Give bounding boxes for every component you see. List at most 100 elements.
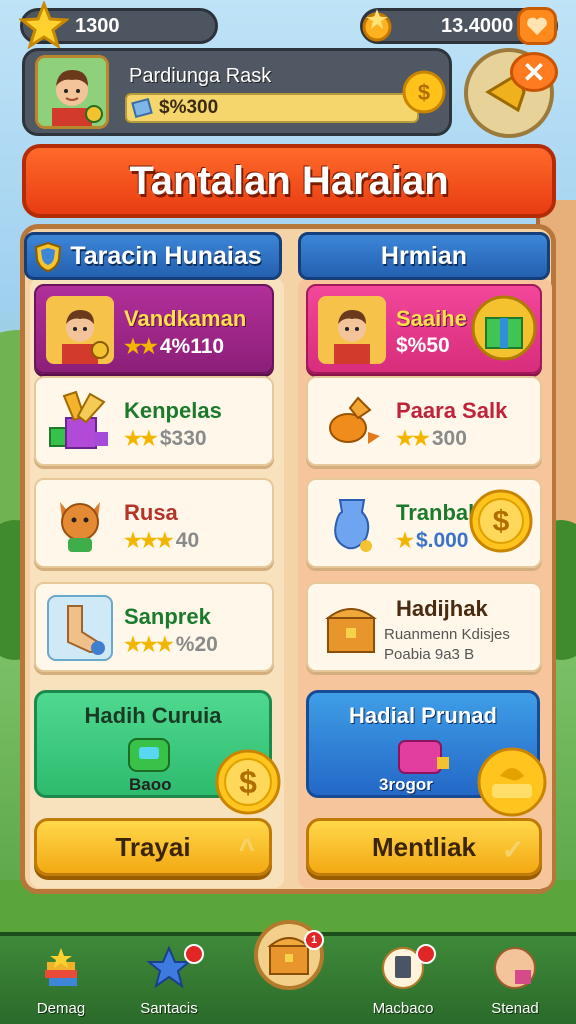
challenge-card[interactable]: Paara Salk ★★ 300 bbox=[306, 376, 542, 466]
carrot-item-icon bbox=[329, 396, 380, 444]
card-reward-value: 4%110 bbox=[159, 334, 225, 358]
card-reward-value: 40 bbox=[175, 528, 200, 552]
nav-center-chest-button[interactable]: 1 bbox=[254, 920, 324, 990]
chevron-up-icon: ^ bbox=[238, 833, 255, 864]
check-icon: ✓ bbox=[501, 834, 525, 865]
page-title: Tantalan Haraian bbox=[129, 158, 449, 203]
nav-label: Santacis bbox=[140, 1000, 198, 1017]
card-reward: ★ $.000 bbox=[396, 528, 469, 553]
card-stars: ★★★ bbox=[124, 634, 174, 656]
card-reward: ★★ 4%110 bbox=[124, 334, 224, 359]
card-stars: ★★★ bbox=[124, 530, 174, 552]
coin-icon: $ bbox=[469, 489, 533, 553]
star-currency[interactable]: 1300 bbox=[19, 1, 218, 50]
cat-character-icon bbox=[60, 502, 100, 552]
star-count: 1300 bbox=[75, 14, 120, 37]
right-column-title: Hrmian bbox=[380, 241, 468, 270]
nav-label: Demag bbox=[36, 1000, 86, 1017]
money-coin-icon bbox=[477, 747, 547, 817]
challenge-card[interactable]: Sanprek ★★★ %20 bbox=[34, 582, 274, 672]
toy-blocks-icon bbox=[49, 390, 108, 449]
card-reward: ★★★ %20 bbox=[124, 632, 218, 657]
sparkle-coin-icon bbox=[362, 9, 392, 42]
card-reward: ★★ 300 bbox=[396, 426, 467, 451]
profile-shield-icon bbox=[494, 947, 536, 989]
challenge-card[interactable]: Rusa ★★★ 40 bbox=[34, 478, 274, 568]
card-reward-value: $%50 bbox=[396, 334, 450, 357]
ticket-icon bbox=[131, 97, 153, 119]
gem-count: 13.4000 bbox=[441, 14, 514, 37]
nav-item-settings[interactable]: Stenad bbox=[460, 946, 570, 1024]
card-reward-value: 300 bbox=[431, 426, 467, 450]
profile-panel: Pardiunga Rask $%300 $ bbox=[22, 48, 452, 136]
card-title: Saaihe bbox=[396, 306, 467, 331]
challenge-card[interactable]: Tranbak ★ $.000 $ bbox=[306, 478, 542, 568]
right-column-header[interactable]: Hrmian bbox=[298, 232, 550, 280]
challenge-card[interactable]: Kenpelas ★★ $330 bbox=[34, 376, 274, 466]
heart-button[interactable] bbox=[517, 7, 557, 45]
card-reward: ★★★ 40 bbox=[124, 528, 199, 553]
svg-text:$: $ bbox=[418, 80, 430, 105]
boy-avatar-icon bbox=[318, 296, 386, 364]
avatar-boy-icon bbox=[38, 58, 106, 126]
card-stars: ★ bbox=[396, 530, 414, 552]
card-title: Sanprek bbox=[124, 604, 211, 629]
gem-currency[interactable]: 13.4000 bbox=[360, 7, 558, 45]
reward-title: Hadih Curuia bbox=[84, 703, 222, 728]
left-column-header[interactable]: Taracin Hunaias bbox=[24, 232, 282, 280]
notification-dot bbox=[184, 944, 204, 964]
card-title: Rusa bbox=[124, 500, 178, 525]
nav-item-shop[interactable]: Macbaco bbox=[348, 944, 458, 1024]
heart-icon bbox=[527, 17, 547, 35]
nav-label: Stenad bbox=[491, 1000, 539, 1017]
card-title: Kenpelas bbox=[124, 398, 222, 423]
claim-button[interactable]: Mentliak ✓ bbox=[306, 818, 542, 876]
sock-item-icon bbox=[47, 595, 113, 661]
play-button[interactable]: Trayai ^ bbox=[34, 818, 272, 876]
play-button-label: Trayai bbox=[115, 831, 191, 862]
profile-bar-value: $%300 bbox=[159, 97, 219, 118]
card-stars: ★★ bbox=[124, 428, 158, 450]
coin-icon[interactable]: $ bbox=[401, 69, 447, 115]
card-title: Hadijhak bbox=[396, 596, 488, 621]
star-icon bbox=[19, 1, 69, 50]
shield-icon bbox=[34, 241, 62, 273]
reward-title: Hadial Prunad bbox=[349, 703, 497, 728]
card-description: Ruanmenn Kdisjes bbox=[384, 626, 510, 643]
svg-text:$: $ bbox=[239, 764, 257, 800]
card-title: Paara Salk bbox=[396, 398, 508, 423]
boy-avatar-icon bbox=[46, 296, 114, 364]
close-button[interactable]: ✕ bbox=[510, 52, 558, 92]
reward-label: 3rogor bbox=[379, 775, 433, 794]
title-banner: Tantalan Haraian bbox=[22, 144, 556, 218]
gift-bag-icon bbox=[398, 740, 449, 774]
card-description: Poabia 9a3 B bbox=[384, 646, 475, 663]
nav-item-stars[interactable]: Santacis bbox=[114, 944, 224, 1024]
gift-box-icon bbox=[471, 295, 537, 361]
coin-icon: $ bbox=[215, 749, 281, 815]
nav-label: Macbaco bbox=[372, 1000, 434, 1017]
left-column-title: Taracin Hunaias bbox=[70, 241, 262, 270]
card-title: Vandkaman bbox=[124, 306, 247, 331]
profile-name: Pardiunga Rask bbox=[129, 65, 272, 87]
svg-text:$: $ bbox=[493, 505, 510, 538]
reward-label: Baoo bbox=[129, 775, 172, 794]
nav-item-home[interactable]: Demag bbox=[6, 946, 116, 1024]
books-icon bbox=[45, 948, 77, 986]
card-stars: ★★ bbox=[396, 428, 430, 450]
card-stars: ★★ bbox=[124, 336, 158, 358]
challenge-card[interactable]: Hadijhak Ruanmenn Kdisjes Poabia 9a3 B bbox=[306, 582, 542, 672]
potion-bottle-icon bbox=[334, 499, 372, 552]
notification-badge: 1 bbox=[304, 930, 324, 950]
card-reward-value: %20 bbox=[175, 632, 218, 656]
challenge-card[interactable]: Saaihe $%50 bbox=[306, 284, 542, 374]
card-reward: ★★ $330 bbox=[124, 426, 207, 451]
treasure-chest-icon bbox=[325, 608, 377, 653]
profile-progress-bar: $%300 bbox=[125, 93, 419, 123]
backpack-icon bbox=[128, 738, 170, 772]
notification-dot bbox=[416, 944, 436, 964]
challenge-card[interactable]: Vandkaman ★★ 4%110 bbox=[34, 284, 274, 374]
claim-button-label: Mentliak bbox=[371, 831, 477, 862]
avatar[interactable] bbox=[35, 55, 109, 129]
close-icon: ✕ bbox=[522, 56, 546, 88]
